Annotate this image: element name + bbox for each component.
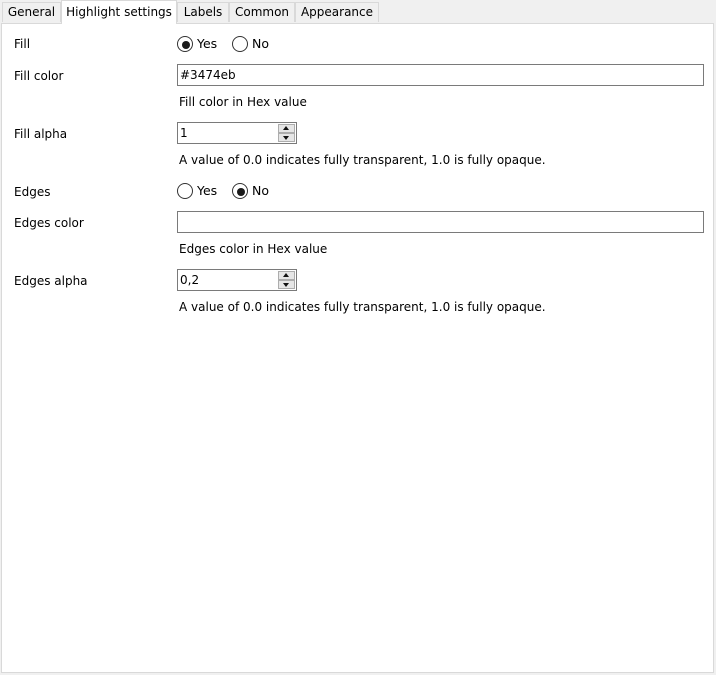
fill-alpha-input[interactable]	[178, 123, 278, 143]
edges-color-label: Edges color	[14, 216, 84, 230]
edges-label: Edges	[14, 185, 51, 199]
radio-selected-dot	[237, 188, 245, 196]
fill-color-input[interactable]	[177, 64, 704, 86]
radio-circle[interactable]	[177, 183, 193, 199]
edges-alpha-spin-buttons	[278, 271, 295, 289]
edges-color-hint: Edges color in Hex value	[179, 242, 328, 256]
edges-alpha-hint: A value of 0.0 indicates fully transpare…	[179, 300, 546, 314]
edges-alpha-input[interactable]	[178, 270, 278, 290]
radio-circle[interactable]	[177, 36, 193, 52]
fill-alpha-increment-button[interactable]	[278, 124, 295, 133]
tab-common[interactable]: Common	[229, 2, 295, 22]
fill-alpha-spin-buttons	[278, 124, 295, 142]
tab-appearance[interactable]: Appearance	[295, 2, 379, 22]
tab-highlight-settings[interactable]: Highlight settings	[61, 0, 177, 24]
arrow-up-icon	[283, 273, 289, 277]
fill-color-hint: Fill color in Hex value	[179, 95, 307, 109]
radio-circle[interactable]	[232, 36, 248, 52]
tab-general[interactable]: General	[2, 2, 61, 22]
fill-radio-group: Yes No	[177, 36, 277, 52]
edges-alpha-decrement-button[interactable]	[278, 280, 295, 289]
edges-color-input[interactable]	[177, 211, 704, 233]
arrow-up-icon	[283, 126, 289, 130]
fill-no-label[interactable]: No	[252, 36, 269, 52]
fill-color-label: Fill color	[14, 69, 64, 83]
arrow-down-icon	[283, 136, 289, 140]
radio-selected-dot	[182, 41, 190, 49]
edges-no-label[interactable]: No	[252, 183, 269, 199]
arrow-down-icon	[283, 283, 289, 287]
fill-yes-label[interactable]: Yes	[197, 36, 217, 52]
fill-alpha-decrement-button[interactable]	[278, 133, 295, 142]
fill-alpha-hint: A value of 0.0 indicates fully transpare…	[179, 153, 546, 167]
fill-alpha-label: Fill alpha	[14, 127, 68, 141]
fill-label: Fill	[14, 37, 31, 51]
edges-alpha-increment-button[interactable]	[278, 271, 295, 280]
edges-yes-label[interactable]: Yes	[197, 183, 217, 199]
edges-alpha-spinner	[177, 269, 297, 291]
edges-alpha-label: Edges alpha	[14, 274, 88, 288]
fill-alpha-spinner	[177, 122, 297, 144]
tab-strip: General Highlight settings Labels Common…	[0, 0, 716, 24]
radio-circle[interactable]	[232, 183, 248, 199]
edges-radio-group: Yes No	[177, 183, 277, 199]
highlight-settings-panel	[1, 23, 714, 673]
settings-window: General Highlight settings Labels Common…	[0, 0, 716, 675]
tab-labels[interactable]: Labels	[177, 2, 229, 22]
